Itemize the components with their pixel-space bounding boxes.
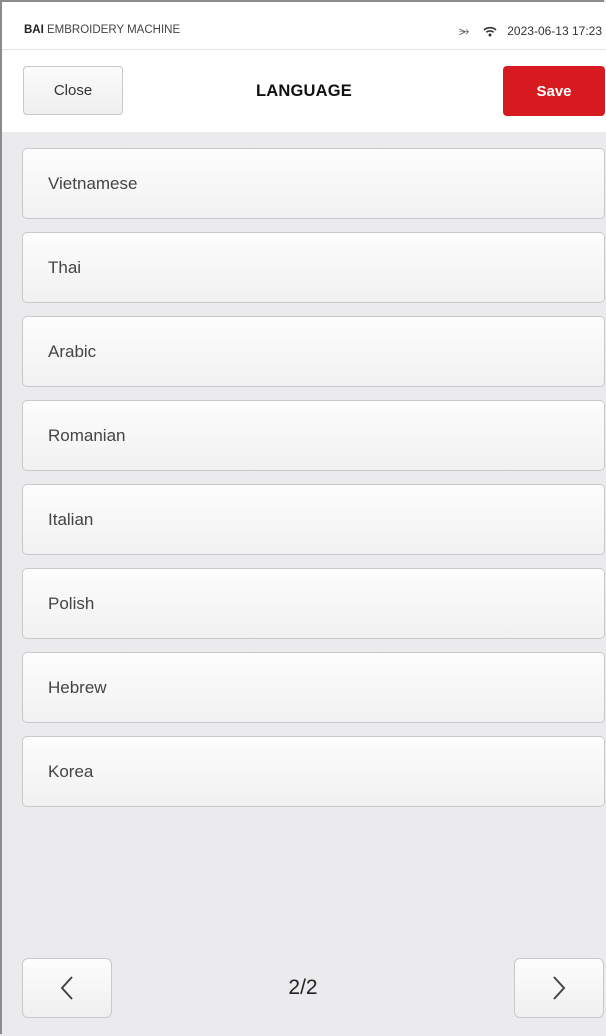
language-item[interactable]: Vietnamese [22, 148, 605, 219]
language-item[interactable]: Thai [22, 232, 605, 303]
status-indicators: ⭃ 2023-06-13 17:23 [459, 23, 602, 39]
usb-icon: ⭃ [458, 23, 470, 38]
language-item[interactable]: Romanian [22, 400, 605, 471]
datetime: 2023-06-13 17:23 [507, 24, 602, 38]
language-item[interactable]: Italian [22, 484, 605, 555]
brand-label: BAI EMBROIDERY MACHINE [24, 24, 180, 36]
language-item[interactable]: Arabic [22, 316, 605, 387]
header: Close LANGUAGE Save [2, 50, 606, 132]
brand-rest: EMBROIDERY MACHINE [43, 24, 181, 36]
language-list: Vietnamese Thai Arabic Romanian Italian … [22, 148, 605, 820]
brand-bold: BAI [24, 24, 44, 36]
language-item[interactable]: Korea [22, 736, 605, 807]
save-button[interactable]: Save [503, 66, 605, 116]
next-page-button[interactable] [514, 958, 604, 1018]
status-bar: BAI EMBROIDERY MACHINE ⭃ 2023-06-13 17:2… [2, 2, 606, 50]
language-item[interactable]: Hebrew [22, 652, 605, 723]
wifi-icon [483, 26, 497, 37]
language-item[interactable]: Polish [22, 568, 605, 639]
chevron-right-icon [553, 976, 566, 1000]
